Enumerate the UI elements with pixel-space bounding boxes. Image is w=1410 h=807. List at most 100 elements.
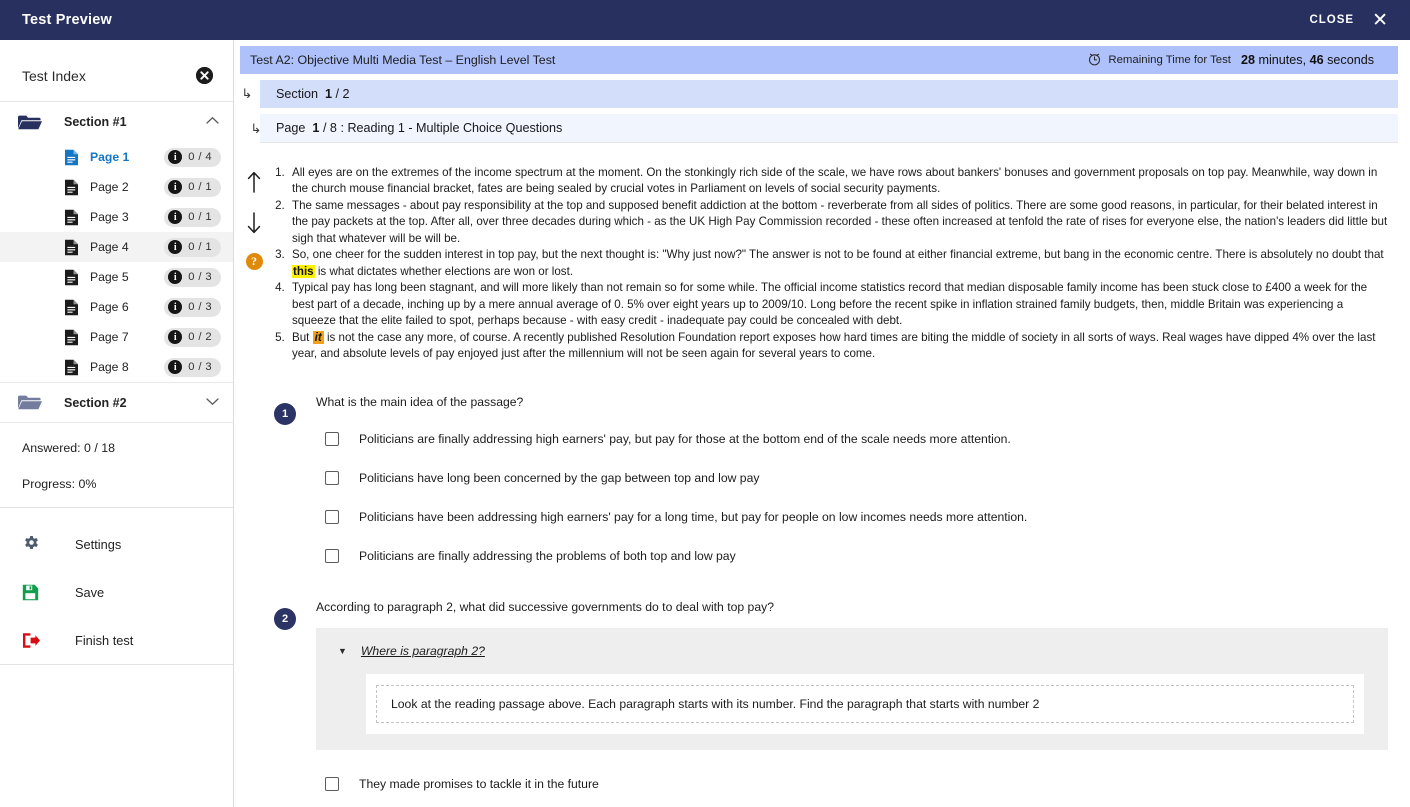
save-button[interactable]: Save	[0, 568, 233, 616]
chevron-down-icon[interactable]	[206, 397, 219, 409]
passage-paragraph-2: The same messages - about pay responsibi…	[288, 198, 1388, 247]
info-icon: i	[168, 180, 183, 194]
sidebar-page-7[interactable]: Page 7 i 0 / 2	[0, 322, 233, 352]
help-question-icon[interactable]: ?	[245, 253, 263, 270]
content-gutter: ?	[234, 143, 274, 807]
info-icon: i	[168, 240, 183, 254]
page-breadcrumb: Page 1 / 8 : Reading 1 - Multiple Choice…	[260, 114, 1398, 143]
close-x-icon[interactable]: ✕	[1372, 11, 1388, 30]
option-row[interactable]: Politicians have been addressing high ea…	[316, 497, 1388, 536]
count-text: 0 / 1	[188, 181, 212, 193]
option-row[interactable]: They made promises to tackle it in the f…	[316, 764, 1388, 803]
sidebar-filler	[0, 664, 233, 807]
option-label: Politicians are finally addressing high …	[359, 431, 1011, 446]
option-row[interactable]: Politicians have long been concerned by …	[316, 458, 1388, 497]
info-icon: i	[168, 360, 183, 374]
sidebar-page-1[interactable]: Page 1 i 0 / 4	[0, 142, 233, 172]
close-circle-icon[interactable]	[196, 67, 213, 84]
sidebar-page-6[interactable]: Page 6 i 0 / 3	[0, 292, 233, 322]
window-titlebar: Test Preview CLOSE ✕	[0, 0, 1410, 40]
checkbox[interactable]	[325, 470, 339, 485]
document-icon	[64, 269, 80, 285]
passage-paragraph-5: But it is not the case any more, of cour…	[288, 330, 1388, 363]
sidebar-section-1[interactable]: Section #1	[0, 102, 233, 142]
hint-inner: Look at the reading passage above. Each …	[366, 674, 1364, 735]
sidebar-page-7-count: i 0 / 2	[164, 327, 221, 347]
app-body: Test Index Section #1 Page 1 i 0 / 4 Pag…	[0, 40, 1410, 807]
hint-body: Look at the reading passage above. Each …	[376, 685, 1354, 724]
option-row[interactable]: Politicians are finally addressing high …	[316, 419, 1388, 458]
sidebar-page-3[interactable]: Page 3 i 0 / 1	[0, 202, 233, 232]
question-1-text: What is the main idea of the passage?	[316, 395, 524, 410]
checkbox[interactable]	[325, 548, 339, 563]
finish-test-button[interactable]: Finish test	[0, 616, 233, 664]
caret-down-icon[interactable]: ▼	[338, 646, 347, 656]
info-icon: i	[168, 300, 183, 314]
sidebar-section-2[interactable]: Section #2	[0, 382, 233, 422]
sidebar-page-6-label: Page 6	[90, 300, 129, 314]
question-1-number: 1	[274, 403, 296, 426]
hint-toggle[interactable]: ▼ Where is paragraph 2?	[330, 640, 1374, 662]
passage-5-post: is not the case any more, of course. A r…	[292, 330, 1376, 360]
passage-5-pre: But	[292, 330, 313, 344]
sidebar-stats: Answered: 0 / 18 Progress: 0%	[0, 422, 233, 507]
sidebar-page-5[interactable]: Page 5 i 0 / 3	[0, 262, 233, 292]
sidebar-page-5-label: Page 5	[90, 270, 129, 284]
sidebar-page-4[interactable]: Page 4 i 0 / 1	[0, 232, 233, 262]
passage-3-pre: So, one cheer for the sudden interest in…	[292, 248, 1384, 262]
count-text: 0 / 1	[188, 241, 212, 253]
settings-button[interactable]: Settings	[0, 520, 233, 568]
test-title-bar: Test A2: Objective Multi Media Test – En…	[240, 46, 1398, 74]
sidebar-section-1-label: Section #1	[64, 115, 127, 129]
timer-minutes: 28	[1240, 53, 1255, 67]
page-total: / 8	[322, 121, 337, 135]
folder-open-icon	[18, 114, 44, 131]
chevron-up-icon[interactable]	[206, 116, 219, 128]
question-2-text: According to paragraph 2, what did succe…	[316, 600, 774, 615]
folder-closed-icon	[18, 394, 44, 411]
question-1-body: What is the main idea of the passage? Po…	[316, 392, 1388, 575]
count-text: 0 / 1	[188, 211, 212, 223]
sidebar-page-1-label: Page 1	[90, 150, 130, 164]
passage-1-text: All eyes are on the extremes of the inco…	[292, 166, 1378, 196]
sidebar-page-8[interactable]: Page 8 i 0 / 3	[0, 352, 233, 382]
page-prefix: Page	[276, 121, 306, 135]
document-icon	[64, 329, 80, 345]
checkbox[interactable]	[325, 776, 339, 791]
titlebar-actions: CLOSE ✕	[1309, 11, 1394, 30]
settings-label: Settings	[75, 536, 122, 552]
option-row[interactable]: Politicians are finally addressing the p…	[316, 536, 1388, 575]
option-label: Politicians have been addressing high ea…	[359, 509, 1028, 524]
passage-2-text: The same messages - about pay responsibi…	[292, 198, 1388, 245]
info-icon: i	[168, 210, 183, 224]
option-label: Politicians have long been concerned by …	[359, 470, 760, 485]
document-icon	[64, 209, 80, 225]
count-text: 0 / 4	[188, 151, 212, 163]
section-breadcrumb: Section 1 / 2	[260, 80, 1398, 108]
section-current: 1	[325, 87, 333, 101]
progress-row: Progress: 0%	[22, 477, 213, 491]
sidebar-actions: Settings Save Finish test	[0, 507, 233, 664]
sidebar-section-1-pages: Page 1 i 0 / 4 Page 2 i 0 / 1 Page 3 i 0…	[0, 142, 233, 382]
info-icon: i	[168, 150, 183, 164]
tree-arrow-icon: ↳	[241, 86, 253, 101]
section-prefix: Section	[276, 87, 319, 101]
arrow-down-icon[interactable]	[247, 212, 261, 237]
close-button[interactable]: CLOSE	[1309, 14, 1354, 26]
timer-seconds-unit: seconds	[1323, 53, 1374, 67]
arrow-up-icon[interactable]	[247, 171, 261, 196]
option-label: They made promises to tackle it in the f…	[359, 776, 599, 791]
checkbox[interactable]	[325, 431, 339, 446]
option-row[interactable]: They took coordinated action to limit it	[316, 803, 1388, 807]
sidebar-page-8-count: i 0 / 3	[164, 357, 221, 377]
question-1: 1 What is the main idea of the passage? …	[274, 392, 1388, 575]
reading-passage: All eyes are on the extremes of the inco…	[288, 165, 1388, 362]
passage-paragraph-1: All eyes are on the extremes of the inco…	[288, 165, 1388, 198]
question-2-options: They made promises to tackle it in the f…	[316, 764, 1388, 807]
checkbox[interactable]	[325, 509, 339, 524]
option-label: Politicians are finally addressing the p…	[359, 548, 736, 563]
sidebar-page-3-label: Page 3	[90, 210, 129, 224]
sidebar-page-2[interactable]: Page 2 i 0 / 1	[0, 172, 233, 202]
page-suffix: : Reading 1 - Multiple Choice Questions	[340, 121, 563, 135]
sidebar-section-2-label: Section #2	[64, 395, 127, 410]
